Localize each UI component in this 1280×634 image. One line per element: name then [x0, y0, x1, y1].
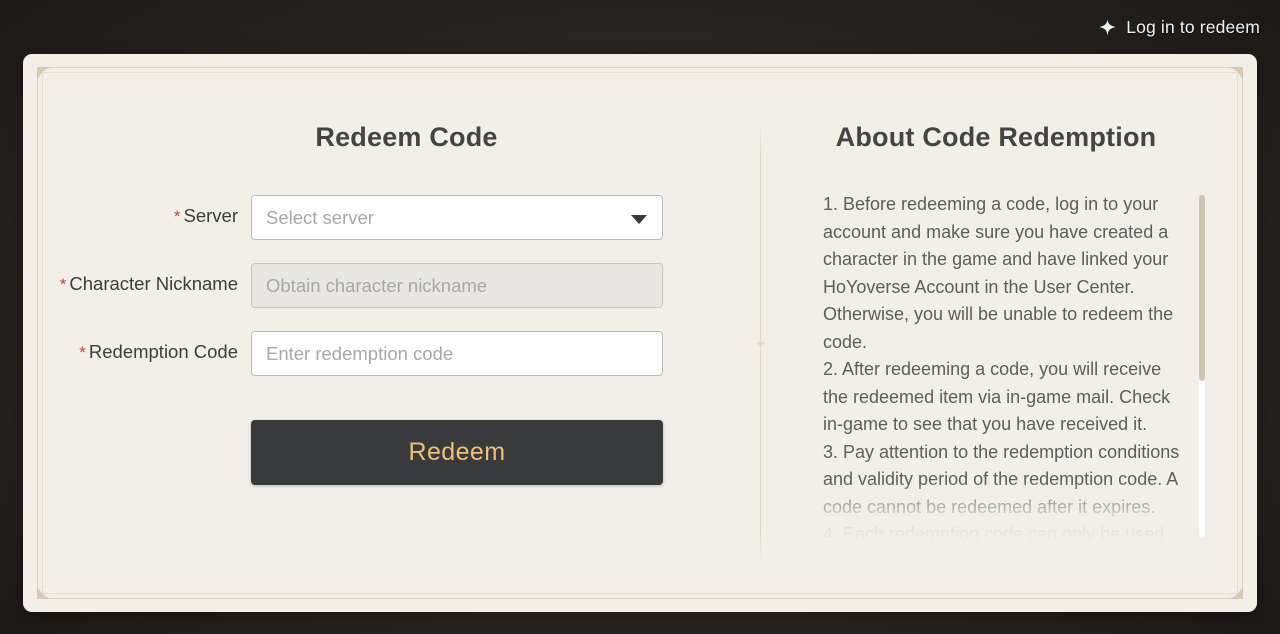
instruction-item: 2. After redeeming a code, you will rece… — [823, 359, 1171, 434]
redeem-button[interactable]: Redeem — [251, 420, 663, 485]
instruction-item: 1. Before redeeming a code, log in to yo… — [823, 194, 1174, 352]
redemption-code-placeholder: Enter redemption code — [266, 342, 454, 364]
instructions-scroll-area[interactable]: 1. Before redeeming a code, log in to yo… — [823, 191, 1209, 543]
redeem-form-panel: Redeem Code * Server Select server * Cha… — [53, 82, 760, 584]
server-label: * Server — [53, 195, 251, 227]
about-panel-title: About Code Redemption — [835, 122, 1157, 152]
character-nickname-label-text: Character Nickname — [69, 273, 238, 294]
character-nickname-placeholder: Obtain character nickname — [266, 274, 488, 296]
about-panel: About Code Redemption 1. Before redeemin… — [761, 82, 1227, 584]
login-to-redeem-button[interactable]: Log in to redeem — [1098, 17, 1260, 38]
server-label-text: Server — [183, 205, 239, 226]
top-bar: Log in to redeem — [0, 0, 1280, 54]
server-select-placeholder: Select server — [266, 206, 374, 228]
character-nickname-input[interactable]: Obtain character nickname — [251, 263, 663, 308]
redeem-card: Redeem Code * Server Select server * Cha… — [23, 54, 1257, 612]
login-to-redeem-label: Log in to redeem — [1126, 16, 1260, 37]
sparkle-icon — [1098, 18, 1117, 37]
redemption-code-label: * Redemption Code — [53, 331, 251, 363]
redemption-code-label-text: Redemption Code — [88, 341, 238, 362]
redemption-code-control: Enter redemption code — [251, 331, 663, 376]
form-row-redemption-code: * Redemption Code Enter redemption code — [53, 331, 760, 376]
server-select[interactable]: Select server — [251, 195, 663, 240]
redeem-code-page: Log in to redeem Redeem Code * Server Se… — [0, 0, 1280, 634]
instruction-item: 3. Pay attention to the redemption condi… — [823, 441, 1180, 517]
required-marker: * — [79, 343, 86, 362]
required-marker: * — [59, 275, 67, 294]
instructions-scrollbar-thumb[interactable] — [1199, 195, 1205, 381]
redemption-code-input[interactable]: Enter redemption code — [251, 331, 663, 376]
form-row-character-nickname: * Character Nickname Obtain character nic… — [53, 263, 760, 308]
chevron-down-icon — [631, 214, 647, 224]
card-content: Redeem Code * Server Select server * Cha… — [53, 82, 1227, 584]
instructions-list: 1. Before redeeming a code, log in to yo… — [823, 191, 1209, 543]
server-control: Select server — [251, 195, 663, 240]
instruction-item: 4. Each redemption code can only be used — [823, 524, 1165, 543]
character-nickname-control: Obtain character nickname — [251, 263, 663, 308]
character-nickname-label: * Character Nickname — [53, 263, 251, 295]
form-row-server: * Server Select server — [53, 195, 760, 240]
instructions-scrollbar-track[interactable] — [1199, 195, 1205, 537]
redeem-form-title: Redeem Code — [315, 122, 498, 152]
required-marker: * — [173, 207, 181, 226]
